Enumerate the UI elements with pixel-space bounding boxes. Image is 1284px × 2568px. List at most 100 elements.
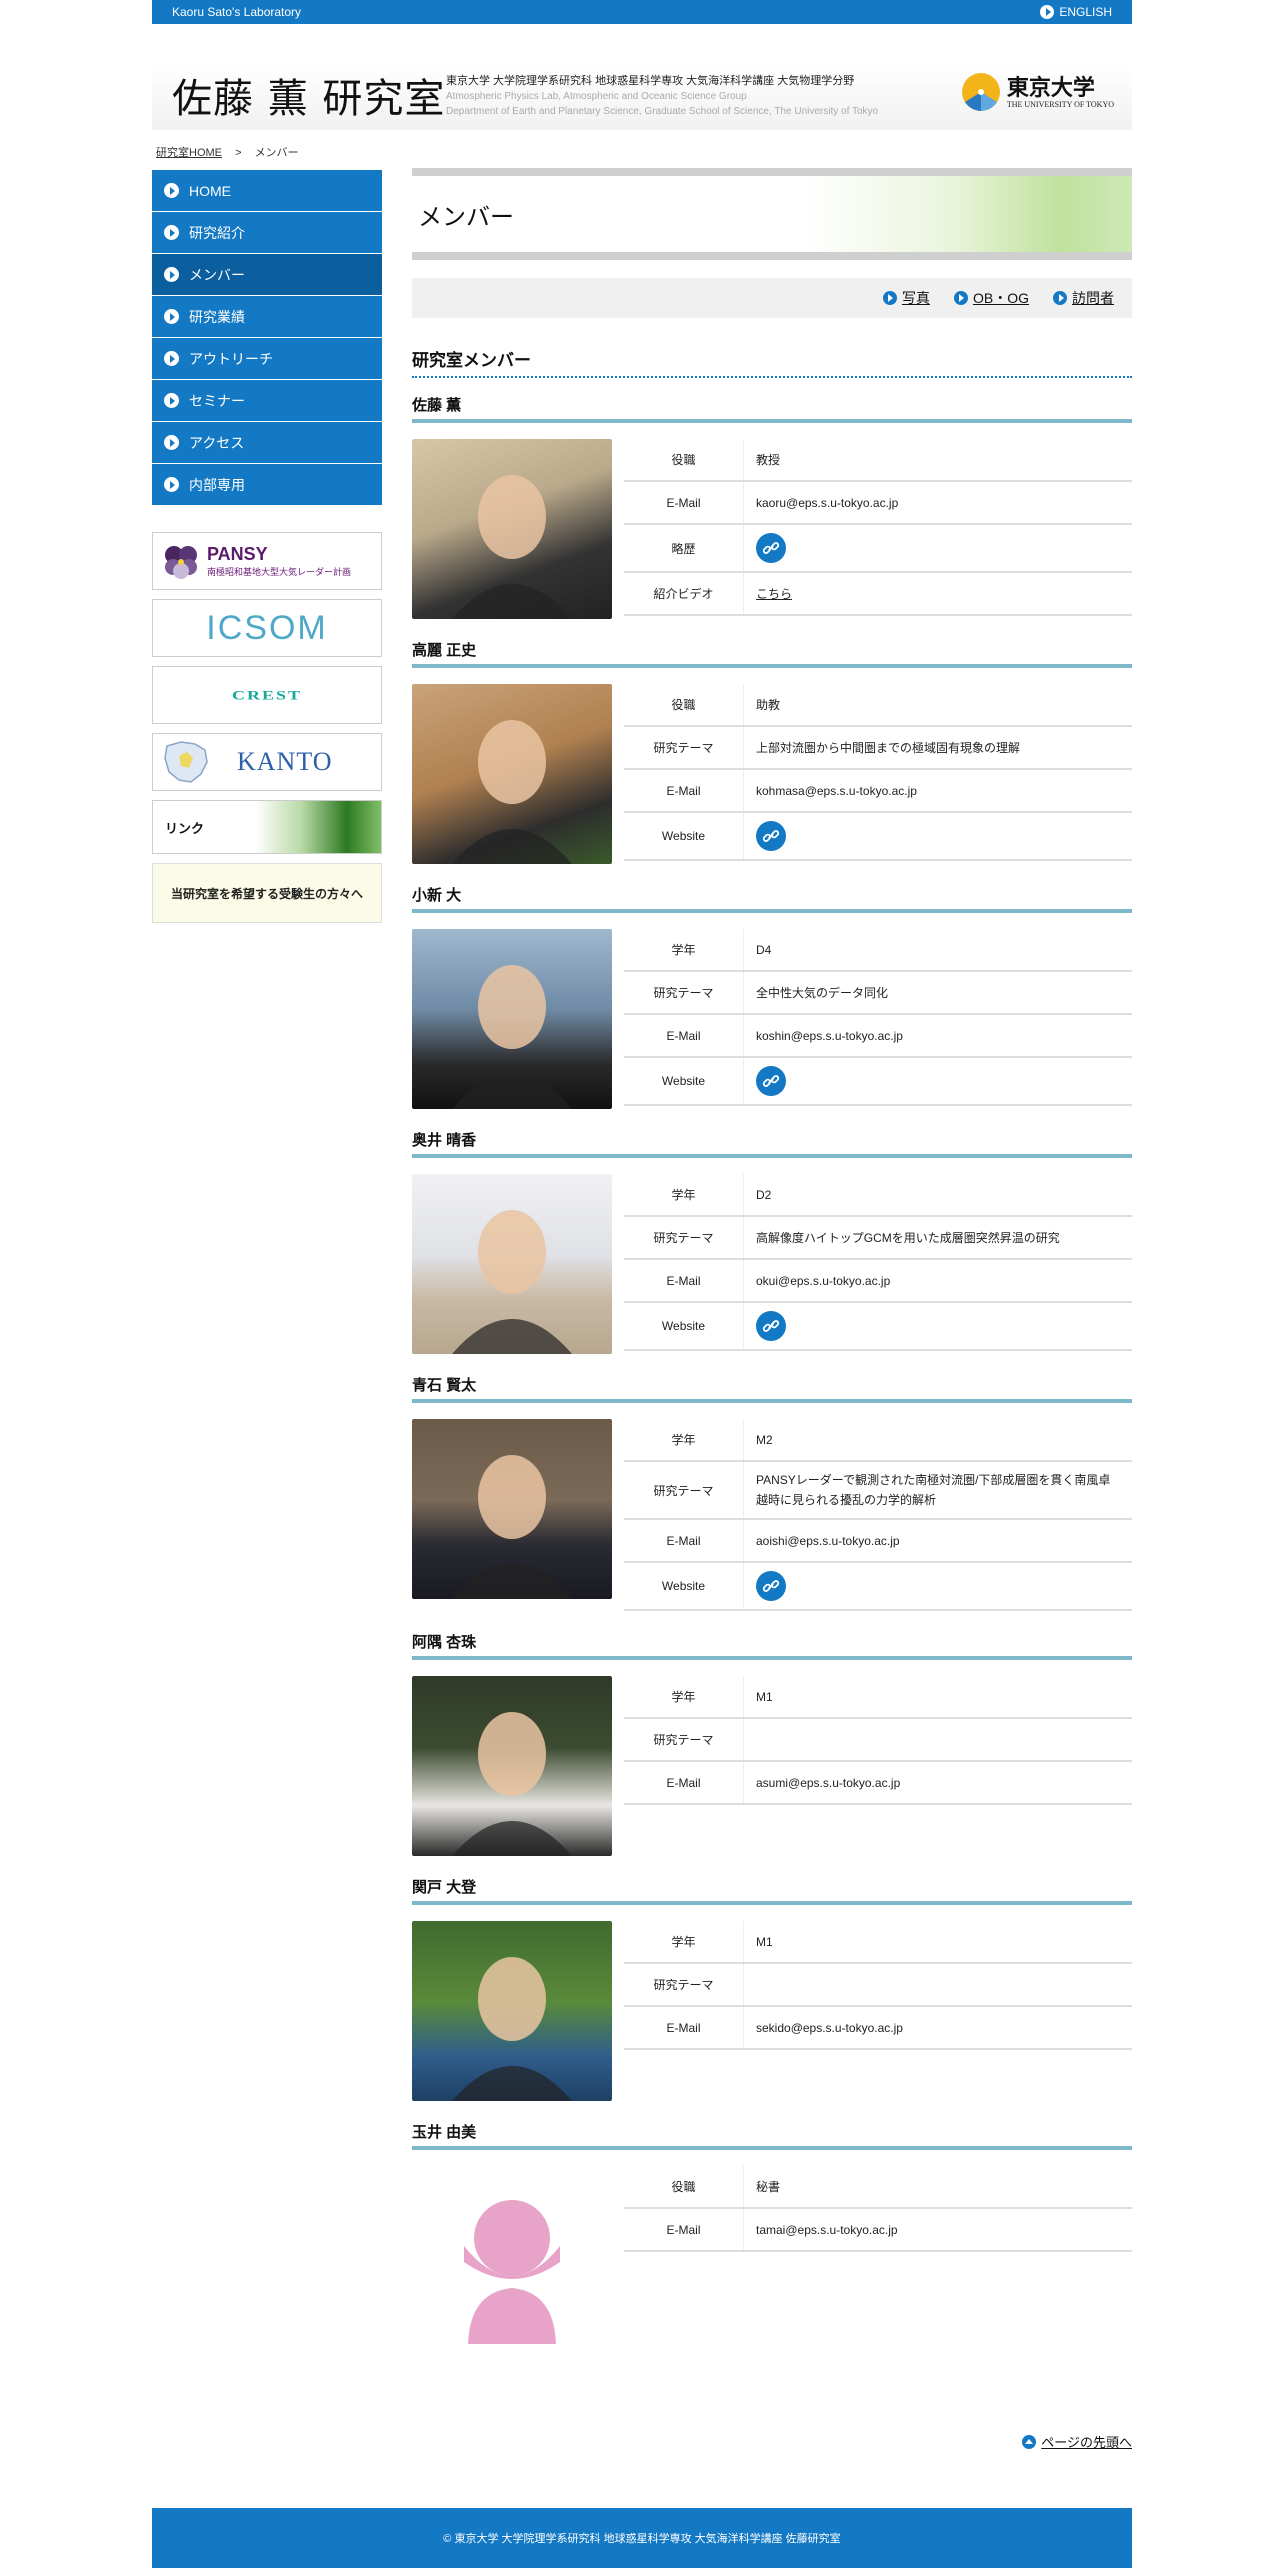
info-row: E-Mail aoishi@eps.s.u-tokyo.ac.jp	[624, 1520, 1132, 1563]
member-card: 小新 大学年 D4 研究テーマ 全中性大気のデータ同化 E-Mail koshin@eps…	[412, 884, 1132, 1109]
university-name-jp: 東京大学	[1006, 74, 1095, 101]
member-info-table: 学年 D2 研究テーマ 高解像度ハイトップGCMを用いた成層圏突然昇温の研究 E-Mai…	[624, 1174, 1132, 1354]
info-label: E-Mail	[624, 1520, 744, 1561]
info-label: 研究テーマ	[624, 1964, 744, 2005]
member-photo	[412, 439, 612, 619]
link-icon[interactable]	[756, 533, 786, 563]
member-card: 関戸 大登 学年 M1 研究テーマ E-Mail sekido@eps.s.u-tokyo…	[412, 1876, 1132, 2101]
nav-item-label: アクセス	[189, 434, 245, 451]
arrow-right-icon	[164, 183, 179, 198]
info-row: 学年 M1	[624, 1921, 1132, 1964]
email-value: kohmasa@eps.s.u-tokyo.ac.jp	[756, 783, 917, 798]
info-label: 学年	[624, 1419, 744, 1460]
nav-item-outreach[interactable]: アウトリーチ	[152, 338, 382, 380]
icsom-logo-text: ICSOM	[206, 608, 328, 647]
ginkgo-logo-icon	[961, 73, 1000, 111]
nav-item-publications[interactable]: 研究業績	[152, 296, 382, 338]
email-value: kaoru@eps.s.u-tokyo.ac.jp	[756, 495, 899, 510]
site-title[interactable]: 佐藤 薫 研究室	[172, 66, 445, 124]
info-label: 学年	[624, 1921, 744, 1962]
info-label: 学年	[624, 1174, 744, 1215]
avatar-placeholder-icon	[412, 2166, 612, 2346]
info-label: 研究テーマ	[624, 1462, 744, 1518]
info-label: E-Mail	[624, 1260, 744, 1301]
member-info-table: 役職 教授 E-Mail kaoru@eps.s.u-tokyo.ac.jp 略歴 紹介ビ…	[624, 439, 1132, 619]
visitors-link[interactable]: 訪問者	[1053, 288, 1114, 308]
member-name: 関戸 大登	[412, 1876, 1132, 1905]
copyright-text: © 東京大学 大学院理学系研究科 地球惑星科学専攻 大気海洋科学講座 佐藤研究室	[443, 2533, 841, 2545]
info-label: 学年	[624, 1676, 744, 1717]
english-link[interactable]: ENGLISH	[1040, 5, 1112, 19]
info-row: 研究テーマ 高解像度ハイトップGCMを用いた成層圏突然昇温の研究	[624, 1217, 1132, 1260]
arrow-right-icon	[953, 291, 968, 305]
links-banner[interactable]: リンク	[152, 800, 382, 854]
university-logo[interactable]: 東京大学 THE UNIVERSITY OF TOKYO	[961, 72, 1114, 112]
arrow-right-icon	[164, 267, 179, 282]
member-name: 玉井 由美	[412, 2121, 1132, 2150]
pansy-title: PANSY	[207, 544, 268, 564]
member-photo	[412, 1921, 612, 2101]
nav-item-home[interactable]: HOME	[152, 170, 382, 212]
link-icon[interactable]	[756, 1571, 786, 1601]
arrow-right-icon	[1053, 291, 1067, 305]
nav-item-label: 研究業績	[189, 308, 245, 325]
info-value: 助教	[756, 697, 781, 712]
header-desc-en-1: Atmospheric Physics Lab, Atmospheric and…	[446, 91, 747, 102]
member-name: 高麗 正史	[412, 639, 1132, 668]
info-value: 高解像度ハイトップGCMを用いた成層圏突然昇温の研究	[756, 1230, 1060, 1245]
member-photo	[412, 1676, 612, 1856]
member-body: 学年 M2 研究テーマ PANSYレーダーで観測された南極対流圏/下部成層圏を貫く南風…	[412, 1419, 1132, 1611]
nav-item-label: メンバー	[189, 266, 245, 283]
pansy-banner[interactable]: PANSY 南極昭和基地大型大気レーダー計画	[152, 532, 382, 590]
header-description: 東京大学 大学院理学系研究科 地球惑星科学専攻 大気海洋科学講座 大気物理学分野…	[446, 74, 878, 119]
info-value: PANSYレーダーで観測された南極対流圏/下部成層圏を貫く南風卓越時に見られる擾…	[756, 1473, 1111, 1507]
sidebar-banners: PANSY 南極昭和基地大型大気レーダー計画 ICSOM CREST KANTO…	[152, 532, 382, 923]
member-card: 佐藤 薫役職 教授 E-Mail kaoru@eps.s.u-tokyo.ac.jp 略…	[412, 394, 1132, 619]
info-value: M1	[756, 1934, 773, 1949]
photos-link[interactable]: 写真	[882, 288, 930, 308]
info-value: M1	[756, 1689, 773, 1704]
info-row: E-Mail koshin@eps.s.u-tokyo.ac.jp	[624, 1015, 1132, 1058]
email-value: okui@eps.s.u-tokyo.ac.jp	[756, 1273, 891, 1288]
info-row: 研究テーマ 全中性大気のデータ同化	[624, 972, 1132, 1015]
info-row: Website	[624, 1563, 1132, 1611]
crest-banner[interactable]: CREST	[152, 666, 382, 724]
info-value	[744, 1563, 798, 1609]
info-value	[744, 813, 798, 859]
alumni-link[interactable]: OB・OG	[953, 288, 1029, 308]
nav-item-research[interactable]: 研究紹介	[152, 212, 382, 254]
video-link[interactable]: こちら	[756, 587, 792, 601]
link-icon[interactable]	[756, 1311, 786, 1341]
sub-link-label: 写真	[901, 290, 930, 306]
nav-item-seminar[interactable]: セミナー	[152, 380, 382, 422]
nav-item-label: 内部専用	[189, 476, 245, 493]
arrow-right-icon	[164, 435, 179, 450]
link-icon[interactable]	[756, 821, 786, 851]
member-body: 学年 M1 研究テーマ E-Mail asumi@eps.s.u-tokyo.ac.jp	[412, 1676, 1132, 1856]
kanto-banner[interactable]: KANTO	[152, 733, 382, 791]
member-body: 役職 助教 研究テーマ 上部対流圏から中間圏までの極域固有現象の理解 E-Mail koh…	[412, 684, 1132, 864]
info-label: E-Mail	[624, 2007, 744, 2048]
info-row: E-Mail okui@eps.s.u-tokyo.ac.jp	[624, 1260, 1132, 1303]
arrow-up-icon	[1022, 2434, 1037, 2449]
link-icon[interactable]	[756, 1066, 786, 1096]
breadcrumb-home-link[interactable]: 研究室HOME	[156, 147, 222, 159]
nav-item-internal[interactable]: 内部専用	[152, 464, 382, 506]
email-value: koshin@eps.s.u-tokyo.ac.jp	[756, 1028, 903, 1043]
info-row: 研究テーマ 上部対流圏から中間圏までの極域固有現象の理解	[624, 727, 1132, 770]
info-label: Website	[624, 1303, 744, 1349]
member-info-table: 学年 M1 研究テーマ E-Mail asumi@eps.s.u-tokyo.ac.jp	[624, 1676, 1132, 1856]
info-row: 研究テーマ PANSYレーダーで観測された南極対流圏/下部成層圏を貫く南風卓越時に…	[624, 1462, 1132, 1520]
top-bar: Kaoru Sato's Laboratory ENGLISH	[152, 0, 1132, 24]
back-to-top-link[interactable]: ページの先頭へ	[1022, 2432, 1132, 2451]
nav-item-members[interactable]: メンバー	[152, 254, 382, 296]
nav-item-access[interactable]: アクセス	[152, 422, 382, 464]
page-heading: メンバー	[412, 168, 1132, 260]
member-name: 佐藤 薫	[412, 394, 1132, 423]
member-info-table: 学年 M1 研究テーマ E-Mail sekido@eps.s.u-tokyo.ac.j…	[624, 1921, 1132, 2101]
nav-item-label: セミナー	[189, 392, 245, 409]
member-list: 佐藤 薫役職 教授 E-Mail kaoru@eps.s.u-tokyo.ac.jp 略…	[412, 394, 1132, 2346]
info-label: Website	[624, 1058, 744, 1104]
icsom-banner[interactable]: ICSOM	[152, 599, 382, 657]
applicants-banner[interactable]: 当研究室を希望する受験生の方々へ	[152, 863, 382, 923]
